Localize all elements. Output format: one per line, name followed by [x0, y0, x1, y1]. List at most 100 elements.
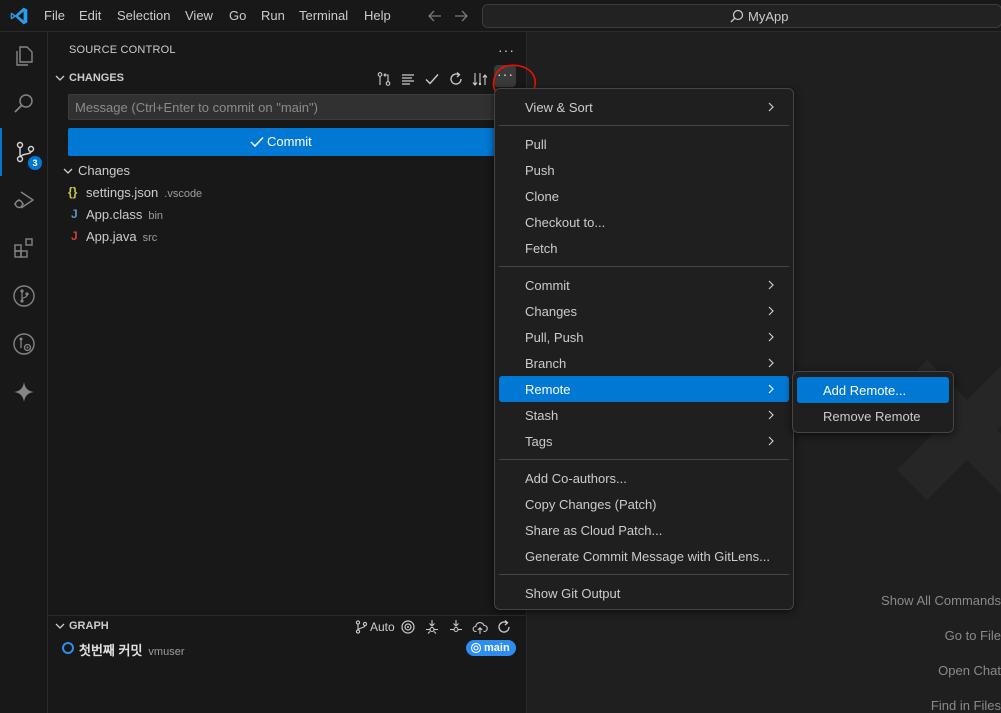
menu-terminal[interactable]: Terminal: [299, 0, 348, 32]
menu-separator: [499, 459, 789, 460]
menu-item-label: Push: [525, 163, 555, 178]
list-item[interactable]: J App.java src: [48, 226, 527, 248]
menu-item-label: Remove Remote: [823, 409, 921, 424]
explorer-icon: [16, 46, 33, 66]
hint-open-chat: Open Chat: [938, 663, 1001, 678]
menu-item-generate-commit-message[interactable]: Generate Commit Message with GitLens...: [499, 543, 789, 569]
run-debug-icon: [14, 191, 35, 209]
menu-item-clone[interactable]: Clone: [499, 183, 789, 209]
chevron-right-icon: [768, 280, 774, 290]
activity-search[interactable]: [0, 80, 48, 128]
vscode-logo-icon: [10, 7, 28, 25]
sidebar-title: SOURCE CONTROL: [69, 44, 176, 56]
more-actions-menu: View & Sort Pull Push Clone Checkout to.…: [494, 88, 794, 610]
fetch-icon: [426, 620, 438, 634]
menu-item-show-git-output[interactable]: Show Git Output: [499, 580, 789, 606]
push-graph-button[interactable]: [470, 616, 490, 638]
menu-item-stash[interactable]: Stash: [499, 402, 789, 428]
menu-item-view-sort[interactable]: View & Sort: [499, 94, 789, 120]
menu-selection[interactable]: Selection: [117, 0, 170, 32]
chevron-down-icon: [63, 168, 73, 174]
chevron-right-icon: [768, 384, 774, 394]
menu-run[interactable]: Run: [261, 0, 285, 32]
graph-toggle-button[interactable]: [374, 68, 394, 90]
refresh-graph-button[interactable]: [494, 616, 514, 638]
copilot-icon: [14, 382, 34, 402]
graph-auto-toggle[interactable]: [352, 616, 372, 638]
menu-item-share-cloud-patch[interactable]: Share as Cloud Patch...: [499, 517, 789, 543]
commit-check-button[interactable]: [422, 68, 442, 90]
menu-edit[interactable]: Edit: [79, 0, 101, 32]
activity-extensions[interactable]: [0, 224, 48, 272]
activity-source-control[interactable]: 3: [0, 128, 48, 176]
activity-remote-explorer[interactable]: [0, 320, 48, 368]
activity-run-debug[interactable]: [0, 176, 48, 224]
json-file-icon: {}: [68, 185, 78, 199]
activity-explorer[interactable]: [0, 32, 48, 80]
changes-group[interactable]: Changes: [48, 160, 527, 182]
java-file-icon: J: [71, 229, 78, 243]
menu-view[interactable]: View: [185, 0, 213, 32]
commit-message-box[interactable]: [68, 94, 498, 120]
menu-item-label: Commit: [525, 278, 570, 293]
menu-item-add-co-authors[interactable]: Add Co-authors...: [499, 465, 789, 491]
menu-item-label: Copy Changes (Patch): [525, 497, 657, 512]
menu-item-commit[interactable]: Commit: [499, 272, 789, 298]
menu-go[interactable]: Go: [229, 0, 246, 32]
sidebar-more-actions-icon[interactable]: ···: [498, 42, 515, 58]
pull-graph-button[interactable]: [446, 616, 466, 638]
menu-item-branch[interactable]: Branch: [499, 350, 789, 376]
target-icon: [401, 620, 415, 634]
menu-item-push[interactable]: Push: [499, 157, 789, 183]
check-icon: [425, 74, 439, 85]
file-name: App.class: [86, 207, 143, 222]
refresh-button[interactable]: [446, 68, 466, 90]
title-bar: File Edit Selection View Go Run Terminal…: [0, 0, 1001, 32]
graph-section-label: GRAPH: [69, 620, 109, 632]
graph-auto-label: Auto: [370, 620, 395, 634]
menu-item-label: Stash: [525, 408, 559, 423]
activity-copilot[interactable]: [0, 368, 48, 416]
graph-section-header[interactable]: GRAPH Auto: [48, 616, 527, 638]
cloud-upload-icon: [472, 622, 488, 634]
activity-git-graph[interactable]: [0, 272, 48, 320]
list-item[interactable]: {} settings.json .vscode: [48, 182, 527, 204]
fetch-pull-button[interactable]: [470, 68, 490, 90]
menu-help[interactable]: Help: [364, 0, 391, 32]
changes-section-header[interactable]: CHANGES ···: [48, 65, 527, 90]
command-center-search[interactable]: MyApp: [482, 4, 1001, 28]
menu-item-pull[interactable]: Pull: [499, 131, 789, 157]
list-item[interactable]: J App.class bin: [48, 204, 527, 226]
forward-arrow-icon[interactable]: [452, 7, 470, 25]
menu-item-pull-push[interactable]: Pull, Push: [499, 324, 789, 350]
view-as-list-button[interactable]: [398, 68, 418, 90]
menu-item-fetch[interactable]: Fetch: [499, 235, 789, 261]
file-dir: bin: [148, 210, 164, 222]
menu-separator: [499, 574, 789, 575]
menu-item-label: Tags: [525, 434, 553, 449]
menu-file[interactable]: File: [44, 0, 65, 32]
graph-commit-row[interactable]: 첫번째 커밋 vmuser main: [48, 638, 527, 658]
chevron-right-icon: [768, 332, 774, 342]
menu-item-remote[interactable]: Remote: [499, 376, 789, 402]
chevron-right-icon: [768, 102, 774, 112]
menu-item-label: Fetch: [525, 241, 558, 256]
fetch-graph-button[interactable]: [422, 616, 442, 638]
list-icon: [402, 74, 414, 85]
file-dir: src: [142, 232, 158, 244]
submenu-item-add-remote[interactable]: Add Remote...: [797, 377, 949, 403]
submenu-item-remove-remote[interactable]: Remove Remote: [797, 403, 949, 429]
menu-item-tags[interactable]: Tags: [499, 428, 789, 454]
menu-item-changes[interactable]: Changes: [499, 298, 789, 324]
menu-item-label: Checkout to...: [525, 215, 606, 230]
file-name: settings.json: [86, 185, 159, 200]
commit-message-input[interactable]: [69, 95, 497, 119]
chevron-down-icon: [55, 623, 65, 629]
go-to-current-button[interactable]: [398, 616, 418, 638]
menu-item-copy-changes[interactable]: Copy Changes (Patch): [499, 491, 789, 517]
menu-item-checkout[interactable]: Checkout to...: [499, 209, 789, 235]
back-arrow-icon[interactable]: [426, 7, 444, 25]
extensions-icon: [14, 238, 33, 258]
chevron-right-icon: [768, 436, 774, 446]
commit-button[interactable]: Commit: [68, 128, 498, 156]
